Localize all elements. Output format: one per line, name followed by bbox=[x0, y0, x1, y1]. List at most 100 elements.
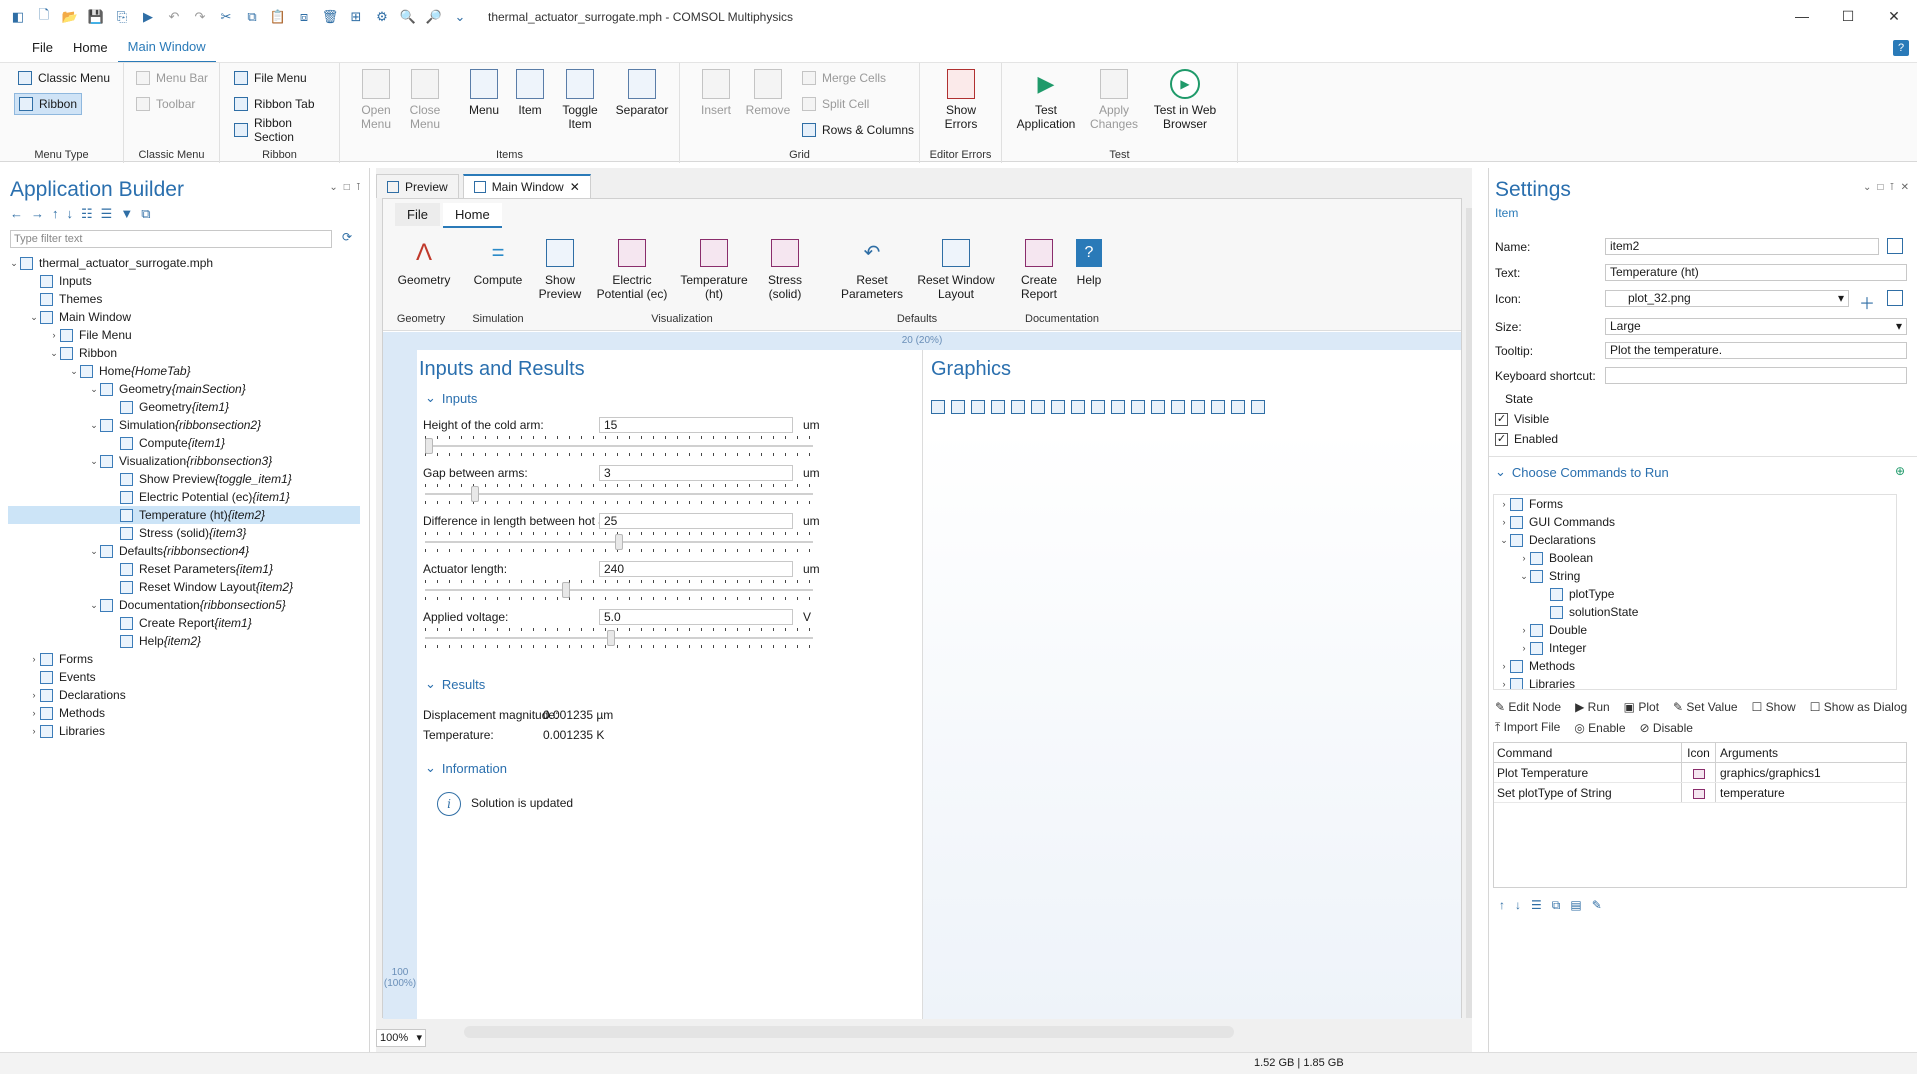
save-as-icon[interactable]: ⎘ bbox=[112, 7, 132, 27]
back-icon[interactable]: ← bbox=[10, 206, 23, 222]
classic-menu-button[interactable]: Classic Menu bbox=[14, 67, 114, 89]
forward-icon[interactable]: → bbox=[31, 206, 44, 222]
tree-filter-input[interactable]: Type filter text bbox=[10, 230, 332, 248]
menu-home[interactable]: Home bbox=[63, 34, 118, 62]
app-tab-file[interactable]: File bbox=[395, 203, 440, 226]
information-section-header[interactable]: ⌄ Information bbox=[425, 760, 507, 776]
merge-cells-button[interactable]: Merge Cells bbox=[798, 67, 890, 89]
move-up-icon[interactable]: ↑ bbox=[1499, 898, 1505, 913]
results-section-header[interactable]: ⌄ Results bbox=[425, 676, 485, 692]
chevron-right-icon[interactable]: › bbox=[1498, 679, 1510, 689]
command-tree-item[interactable]: ⌄ String bbox=[1494, 567, 1896, 585]
chevron-down-icon[interactable]: ⌄ bbox=[1498, 535, 1510, 546]
chevron-right-icon[interactable]: › bbox=[1518, 553, 1530, 563]
stress-button[interactable]: Stress (solid) bbox=[755, 235, 815, 301]
table-row[interactable]: Plot Temperature graphics/graphics1 bbox=[1494, 763, 1906, 783]
chevron-right-icon[interactable]: › bbox=[1498, 661, 1510, 671]
tree-item[interactable]: ⌄ Defaults {ribbonsection4} bbox=[8, 542, 360, 560]
disable-button[interactable]: ⊘ Disable bbox=[1640, 721, 1693, 735]
ribbon-mode-button[interactable]: Ribbon bbox=[14, 93, 83, 115]
command-tree-item[interactable]: › Double bbox=[1494, 621, 1896, 639]
chevron-right-icon[interactable]: › bbox=[28, 690, 40, 700]
edit-node-button[interactable]: ✎ Edit Node bbox=[1495, 700, 1561, 714]
render-icon[interactable] bbox=[1151, 400, 1165, 414]
reset-parameters-button[interactable]: ↶ Reset Parameters bbox=[839, 235, 905, 301]
create-report-button[interactable]: Create Report bbox=[1013, 235, 1065, 301]
temperature-button[interactable]: Temperature (ht) bbox=[675, 235, 753, 301]
toggle-item-button[interactable]: Toggle Item bbox=[556, 67, 604, 131]
field-slider[interactable] bbox=[425, 580, 813, 600]
chevron-down-icon[interactable]: ⌄ bbox=[28, 312, 40, 323]
name-field[interactable]: item2 bbox=[1605, 238, 1879, 255]
test-application-button[interactable]: ▶ Test Application bbox=[1012, 67, 1080, 131]
tree-item[interactable]: Inputs bbox=[8, 272, 360, 290]
move-down-icon[interactable]: ↓ bbox=[1515, 898, 1521, 913]
delete-icon[interactable]: 🗑 bbox=[320, 7, 340, 27]
cut-icon[interactable]: ✂ bbox=[216, 7, 236, 27]
tree-item[interactable]: ⌄ Documentation {ribbonsection5} bbox=[8, 596, 360, 614]
menu-bar-button[interactable]: Menu Bar bbox=[132, 67, 212, 89]
panel-close-icon[interactable]: ✕ bbox=[1901, 182, 1909, 193]
command-tree-item[interactable]: › Integer bbox=[1494, 639, 1896, 657]
transparency-icon[interactable] bbox=[1191, 400, 1205, 414]
grid-icon[interactable] bbox=[1171, 400, 1185, 414]
command-tree-item[interactable]: › Methods bbox=[1494, 657, 1896, 675]
add-icon[interactable]: ＋ bbox=[1859, 290, 1875, 314]
commands-section-header[interactable]: ⌄ Choose Commands to Run bbox=[1495, 464, 1669, 480]
show-errors-button[interactable]: Show Errors bbox=[936, 67, 986, 131]
zoom-icon[interactable]: 🔎 bbox=[424, 7, 444, 27]
command-tree-item[interactable]: › Forms bbox=[1494, 495, 1896, 513]
tree-item[interactable]: Create Report {item1} bbox=[8, 614, 360, 632]
move-up-icon[interactable]: ↑ bbox=[52, 206, 59, 222]
open-icon[interactable]: 📂 bbox=[60, 7, 80, 27]
edit-icon[interactable]: ✎ bbox=[1592, 898, 1602, 913]
tree-item[interactable]: › Libraries bbox=[8, 722, 360, 740]
zoom-out-icon[interactable] bbox=[951, 400, 965, 414]
edit-name-icon[interactable] bbox=[1887, 238, 1903, 254]
chevron-right-icon[interactable]: › bbox=[48, 330, 60, 340]
rotate-icon[interactable] bbox=[1111, 400, 1125, 414]
tree-item[interactable]: Electric Potential (ec) {item1} bbox=[8, 488, 360, 506]
find-icon[interactable]: 🔍 bbox=[398, 7, 418, 27]
graphics-canvas[interactable] bbox=[923, 430, 1461, 1019]
field-input[interactable]: 15 bbox=[599, 417, 793, 433]
tree-item[interactable]: Themes bbox=[8, 290, 360, 308]
geometry-button[interactable]: Λ Geometry bbox=[393, 235, 455, 287]
run-icon[interactable]: ▶ bbox=[138, 7, 158, 27]
delete-rows-icon[interactable]: ☰ bbox=[1531, 898, 1542, 913]
add-command-icon[interactable]: ⊕ bbox=[1895, 464, 1905, 478]
remove-button[interactable]: Remove bbox=[742, 67, 794, 117]
set-value-button[interactable]: ✎ Set Value bbox=[1673, 700, 1738, 714]
help-icon[interactable]: ? bbox=[1893, 40, 1909, 56]
test-web-browser-button[interactable]: ▶ Test in Web Browser bbox=[1148, 67, 1222, 131]
camera-icon[interactable] bbox=[1231, 400, 1245, 414]
plot-button[interactable]: ▣ Plot bbox=[1624, 700, 1659, 714]
tree-item[interactable]: ⌄ Home {HomeTab} bbox=[8, 362, 360, 380]
tree-item[interactable]: Events bbox=[8, 668, 360, 686]
ribbon-section-button[interactable]: Ribbon Section bbox=[230, 116, 339, 144]
show-preview-button[interactable]: Show Preview bbox=[531, 235, 589, 301]
separator-button[interactable]: Separator bbox=[612, 67, 672, 117]
run-button[interactable]: ▶ Run bbox=[1575, 700, 1610, 714]
move-down-icon[interactable]: ↓ bbox=[67, 206, 74, 222]
size-select[interactable]: Large ▾ bbox=[1605, 318, 1907, 335]
inputs-section-header[interactable]: ⌄ Inputs bbox=[425, 390, 477, 406]
reset-window-layout-button[interactable]: Reset Window Layout bbox=[911, 235, 1001, 301]
chevron-right-icon[interactable]: › bbox=[1498, 499, 1510, 509]
tree-item[interactable]: Geometry {item1} bbox=[8, 398, 360, 416]
tree-item[interactable]: ⌄ Visualization {ribbonsection3} bbox=[8, 452, 360, 470]
item-button[interactable]: Item bbox=[510, 67, 550, 117]
zoom-in-icon[interactable] bbox=[931, 400, 945, 414]
tree-item[interactable]: › File Menu bbox=[8, 326, 360, 344]
maximize-button[interactable]: ☐ bbox=[1825, 0, 1871, 32]
tree-item[interactable]: ⌄ thermal_actuator_surrogate.mph bbox=[8, 254, 360, 272]
chevron-right-icon[interactable]: › bbox=[28, 708, 40, 718]
view-yz-icon[interactable] bbox=[1051, 400, 1065, 414]
wireframe-icon[interactable] bbox=[1211, 400, 1225, 414]
chevron-down-icon[interactable]: ⌄ bbox=[88, 600, 100, 611]
refresh-icon[interactable]: ⟳ bbox=[342, 230, 352, 244]
zoom-box-icon[interactable] bbox=[971, 400, 985, 414]
compute-button[interactable]: = Compute bbox=[463, 235, 533, 287]
split-cell-button[interactable]: Split Cell bbox=[798, 93, 873, 115]
axis-icon[interactable] bbox=[1011, 400, 1025, 414]
